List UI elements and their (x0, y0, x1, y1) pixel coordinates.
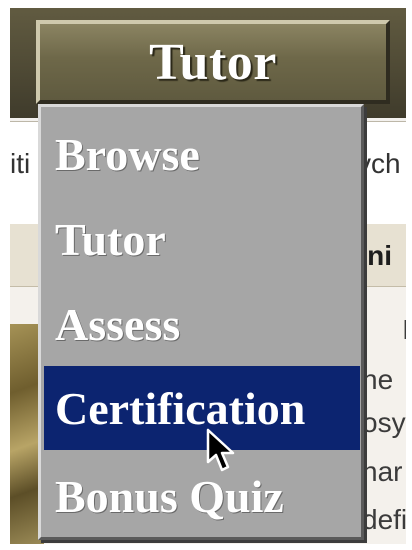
tutor-menu-button[interactable]: Tutor (36, 20, 390, 104)
content-line: he (362, 364, 394, 395)
app-frame: Tutor iti ych fini I he osy nar defi Bro… (10, 8, 406, 544)
mouse-pointer-icon (206, 428, 235, 472)
tutor-menu-button-label: Tutor (149, 33, 277, 91)
strip-left-text: iti (10, 148, 31, 179)
tutor-dropdown-menu: Browse Tutor Assess Certification Bonus … (38, 104, 364, 540)
content-line: defi (362, 504, 406, 535)
content-line: nar (362, 456, 403, 487)
menu-item-tutor[interactable]: Tutor (44, 198, 360, 280)
content-line: I (402, 314, 406, 345)
top-nav-band: Tutor (10, 8, 406, 118)
menu-item-browse[interactable]: Browse (44, 113, 360, 195)
menu-item-assess[interactable]: Assess (44, 283, 360, 365)
menu-item-bonus-quiz[interactable]: Bonus Quiz (44, 455, 360, 537)
menu-item-certification[interactable]: Certification (44, 366, 360, 450)
content-line: osy (362, 407, 406, 438)
